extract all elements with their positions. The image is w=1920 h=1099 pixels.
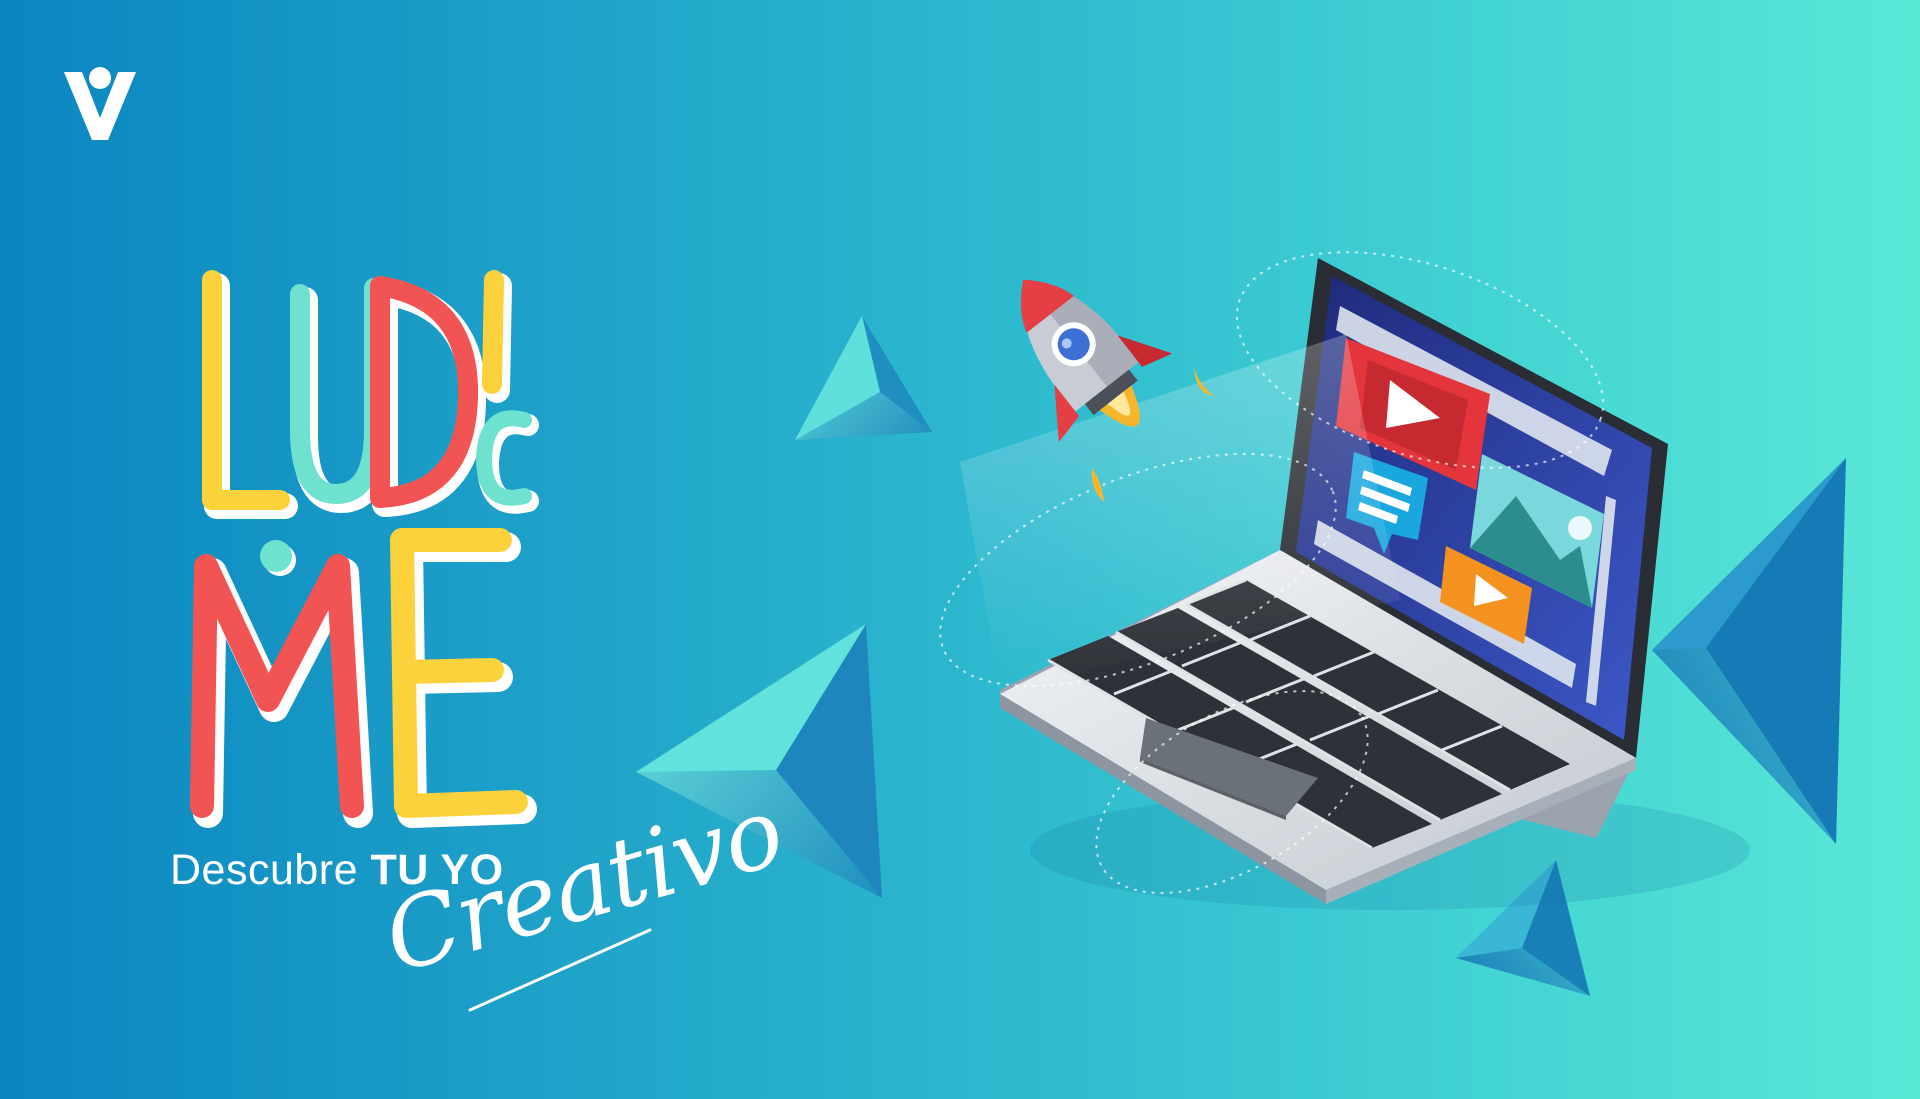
letter-D — [370, 276, 487, 517]
letter-E — [390, 528, 537, 828]
letter-dot — [260, 540, 296, 576]
pyramid-right — [1652, 458, 1846, 844]
pyramid-top-left — [795, 316, 932, 440]
tagline-prefix: Descubre — [170, 846, 371, 894]
letter-C — [476, 410, 539, 514]
v-brand-logo[interactable] — [64, 67, 136, 140]
letter-U — [290, 278, 392, 513]
hero-artwork — [64, 67, 1846, 1012]
letter-I — [482, 270, 512, 403]
ludic-me-logo — [190, 270, 539, 828]
letter-M — [190, 554, 373, 828]
letter-L — [202, 270, 298, 519]
